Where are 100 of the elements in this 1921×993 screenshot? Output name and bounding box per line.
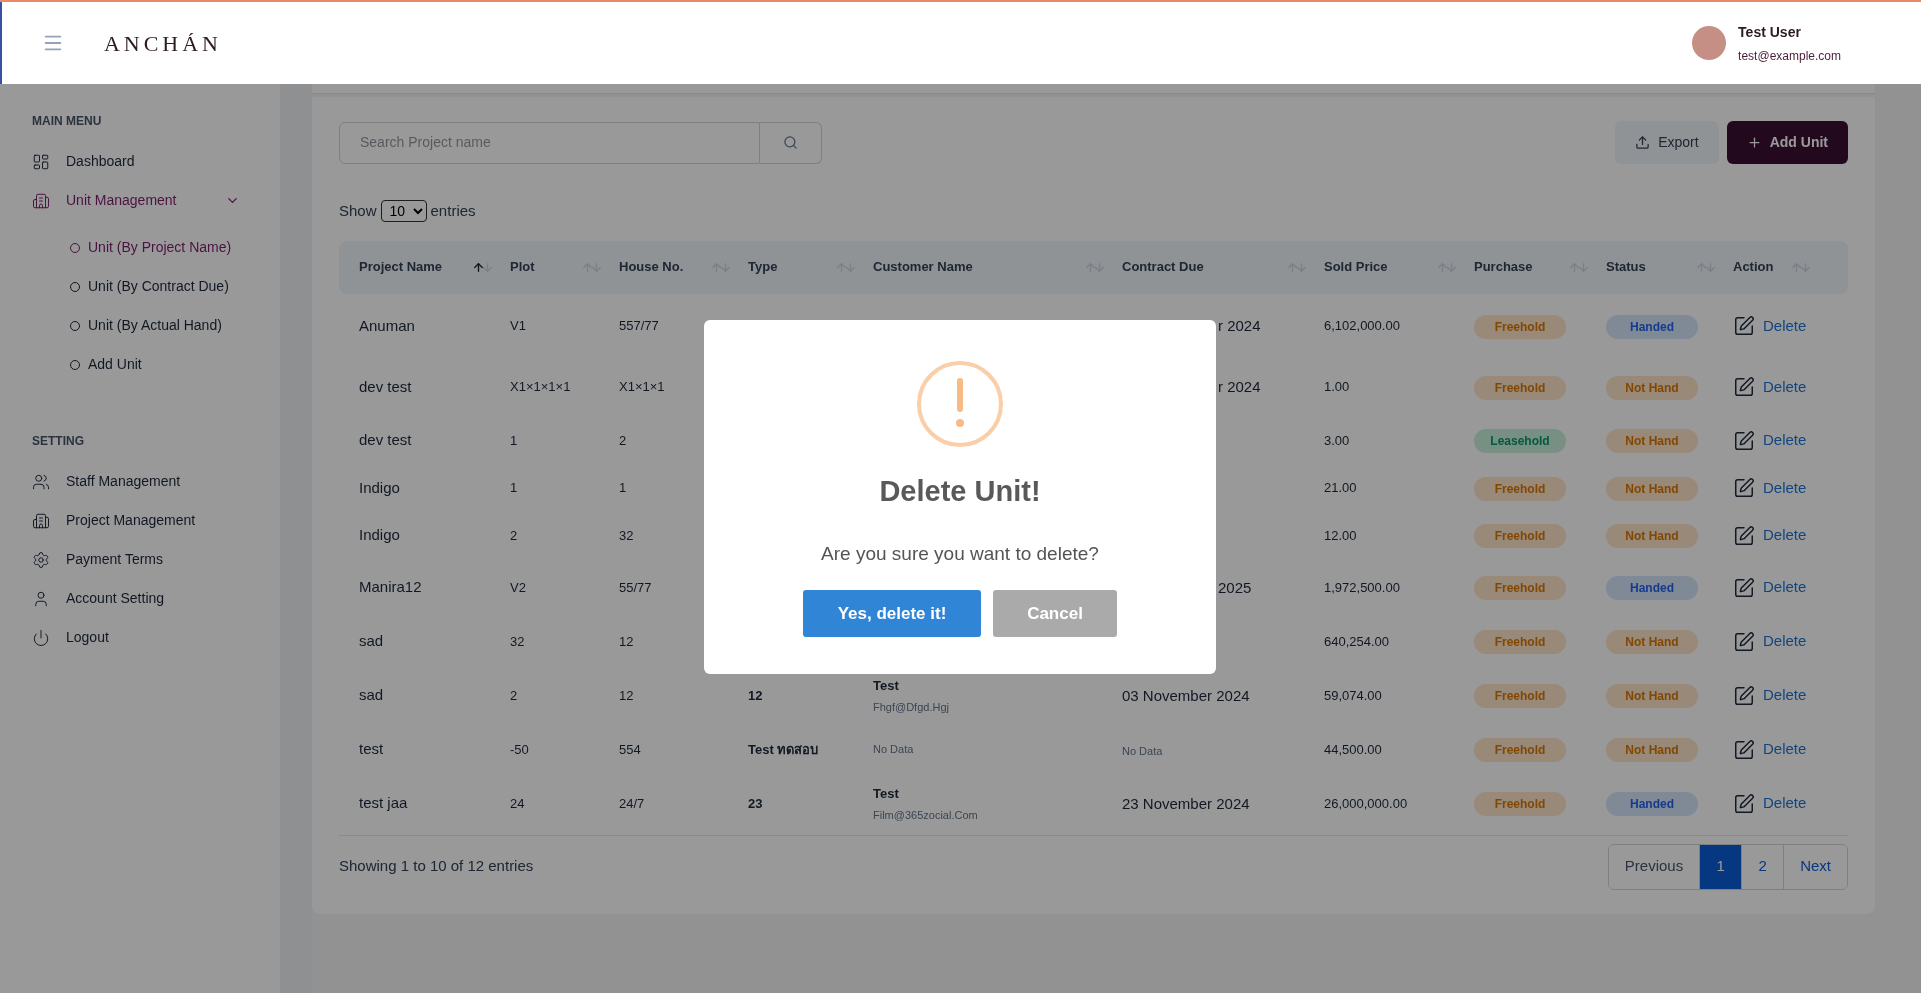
purchase-tag: Freehold [1474, 792, 1566, 816]
next-button[interactable]: Next [1783, 844, 1847, 889]
table-cell-text: 44,500.00 [1324, 740, 1383, 759]
search-button[interactable] [760, 121, 822, 164]
table-cell-text: 3.00 [1324, 431, 1351, 450]
table-cell-text: dev test [359, 430, 413, 451]
column-header[interactable]: Contract Due [1122, 257, 1324, 277]
search-field[interactable]: Search Project name [339, 121, 760, 164]
table-cell-text: 2 [510, 526, 519, 545]
table-cell-text: X1×1×1 [619, 378, 666, 397]
column-header[interactable]: Type [748, 257, 873, 277]
purchase-tag: Freehold [1474, 524, 1566, 548]
submenu-item[interactable]: Unit (By Actual Hand) [70, 306, 248, 345]
table-cell-text: Indigo [359, 477, 401, 498]
table-cell-text: 1,972,500.00 [1324, 578, 1401, 597]
table-cell-text: dev test [359, 376, 413, 397]
table-cell-text: 12 [619, 632, 635, 651]
column-header[interactable]: Project Name [359, 257, 510, 277]
column-header[interactable]: Plot [510, 257, 619, 277]
page-button[interactable]: 1 [1699, 844, 1742, 889]
delete-link[interactable]: Delete [1763, 476, 1807, 500]
table-cell-text: 12 [619, 686, 635, 705]
logo: ANCHÁN [104, 29, 222, 58]
user-email: test@example.com [1738, 47, 1841, 65]
edit-icon[interactable] [1733, 429, 1755, 452]
edit-icon[interactable] [1733, 738, 1755, 761]
confirm-button[interactable]: Yes, delete it! [803, 590, 981, 637]
dashboard-icon [32, 152, 50, 171]
add-unit-button[interactable]: Add Unit [1726, 121, 1848, 164]
sidebar-item[interactable]: Logout [32, 618, 248, 657]
table-cell-text: 24 [510, 794, 526, 813]
table-cell-text: X1×1×1×1 [510, 378, 572, 397]
sidebar-item[interactable]: Project Management [32, 501, 248, 540]
power-icon [32, 628, 50, 647]
status-tag: Handed [1606, 792, 1698, 816]
delete-link[interactable]: Delete [1763, 314, 1807, 338]
table-cell-text: 2 [619, 431, 628, 450]
edit-icon[interactable] [1733, 376, 1755, 398]
edit-icon[interactable] [1733, 576, 1755, 599]
entries-select[interactable]: 10 [380, 200, 427, 223]
column-header[interactable]: Purchase [1474, 257, 1606, 277]
table-cell-text: Test ทดสอบ [748, 740, 820, 759]
submenu-item[interactable]: Unit (By Contract Due) [70, 267, 248, 306]
table-cell-text: 32 [619, 526, 635, 545]
purchase-tag: Freehold [1474, 314, 1566, 339]
delete-link[interactable]: Delete [1763, 684, 1807, 707]
sidebar-item[interactable]: Payment Terms [32, 540, 248, 579]
table-cell-text: sad [359, 685, 385, 706]
purchase-tag: Freehold [1474, 476, 1566, 501]
delete-link[interactable]: Delete [1763, 792, 1807, 815]
table-cell-text: 24/7 [619, 794, 646, 813]
purchase-tag: Freehold [1474, 375, 1566, 400]
table-cell-text: 1 [510, 479, 519, 498]
delete-link[interactable]: Delete [1763, 738, 1807, 761]
submenu-item[interactable]: Unit (By Project Name) [70, 228, 248, 267]
delete-link[interactable]: Delete [1763, 630, 1807, 653]
sidebar-item[interactable]: Dashboard [32, 142, 248, 181]
delete-link[interactable]: Delete [1763, 429, 1807, 452]
delete-link[interactable]: Delete [1763, 576, 1807, 599]
column-header[interactable]: Customer Name [873, 257, 1122, 277]
table-cell-text: V2 [510, 578, 527, 597]
status-tag: Not Hand [1606, 476, 1698, 501]
plus-icon [1746, 135, 1762, 150]
table-cell-text: Anuman [359, 315, 416, 336]
edit-icon[interactable] [1733, 477, 1755, 499]
sort-icon[interactable] [472, 260, 494, 274]
show-label: Show [339, 201, 377, 221]
delete-link[interactable]: Delete [1763, 524, 1807, 547]
edit-icon[interactable] [1733, 684, 1755, 707]
sidebar-item[interactable]: Account Setting [32, 579, 248, 618]
column-header[interactable]: Status [1606, 257, 1733, 277]
sidebar-item[interactable]: Unit Management [32, 181, 248, 220]
table-cell-text: 59,074.00 [1324, 686, 1383, 705]
edit-icon[interactable] [1733, 524, 1755, 547]
purchase-tag: Freehold [1474, 576, 1566, 600]
table-cell-text: test jaa [359, 793, 409, 814]
edit-icon[interactable] [1733, 792, 1755, 815]
section-title: MAIN MENU [32, 113, 103, 130]
edit-icon[interactable] [1733, 315, 1755, 337]
column-header[interactable]: House No. [619, 257, 748, 277]
no-data-text: No Data [1122, 744, 1163, 757]
column-header[interactable]: Action [1733, 257, 1828, 277]
table-cell-text: V1 [510, 317, 527, 336]
export-button[interactable]: Export [1615, 121, 1719, 164]
delete-link[interactable]: Delete [1763, 375, 1807, 399]
purchase-tag: Freehold [1474, 684, 1566, 708]
table-cell-text: 55/77 [619, 578, 653, 597]
avatar[interactable] [1692, 26, 1727, 60]
no-data-text: No Data [873, 742, 915, 758]
submenu-item[interactable]: Add Unit [70, 345, 248, 384]
sidebar-item[interactable]: Staff Management [32, 462, 248, 501]
column-header[interactable]: Sold Price [1324, 257, 1474, 277]
status-tag: Not Hand [1606, 429, 1698, 453]
table-cell: r 2024 [1218, 378, 1261, 395]
edit-icon[interactable] [1733, 630, 1755, 653]
table-cell-text: 1 [619, 479, 628, 498]
purchase-tag: Leasehold [1474, 429, 1566, 453]
status-tag: Handed [1606, 314, 1698, 339]
settings-icon [32, 550, 50, 569]
table-cell-text: sad [359, 631, 385, 652]
